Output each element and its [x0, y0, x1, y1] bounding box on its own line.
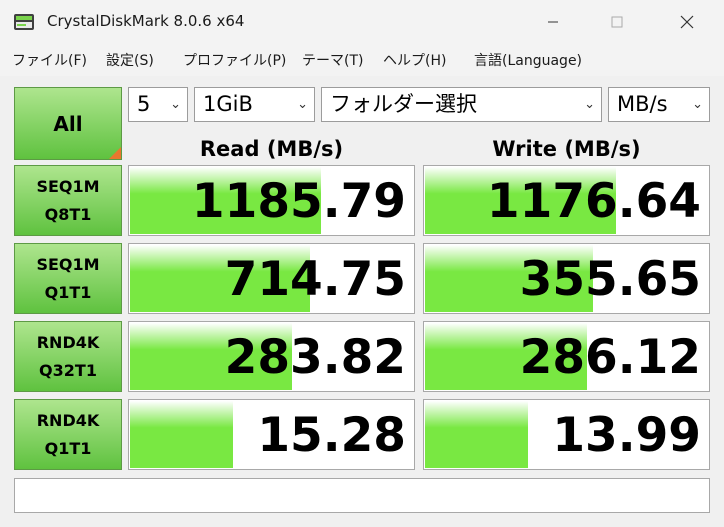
close-icon: [680, 15, 694, 29]
test-label-line1: RND4K: [36, 410, 100, 430]
menu-settings[interactable]: 設定(S): [106, 50, 154, 70]
write-result-value: 355.65: [519, 252, 701, 307]
write-result-value: 13.99: [552, 408, 701, 463]
write-result-cell: 355.65: [423, 243, 710, 314]
corner-marker: [109, 147, 121, 159]
test-label-line1: SEQ1M: [36, 254, 100, 274]
read-progress-bar: [130, 401, 233, 468]
test-count-value: 5: [137, 92, 151, 116]
close-button[interactable]: [664, 0, 710, 44]
test-label-line1: RND4K: [36, 332, 100, 352]
menu-theme[interactable]: テーマ(T): [302, 50, 363, 70]
crystaldiskmark-icon: [14, 14, 34, 30]
chevron-down-icon: ⌄: [692, 97, 703, 112]
read-column-header: Read (MB/s): [199, 137, 344, 161]
chevron-down-icon: ⌄: [297, 97, 308, 112]
chevron-down-icon: ⌄: [584, 97, 595, 112]
read-result-cell: 1185.79: [128, 165, 415, 236]
test-label-line2: Q8T1: [44, 204, 92, 224]
comment-field[interactable]: [14, 478, 710, 513]
test-count-select[interactable]: 5 ⌄: [128, 87, 188, 122]
read-result-value: 714.75: [224, 252, 406, 307]
target-drive-value: フォルダー選択: [330, 92, 477, 116]
write-result-value: 1176.64: [486, 174, 701, 229]
read-result-cell: 714.75: [128, 243, 415, 314]
menu-help[interactable]: ヘルプ(H): [383, 50, 446, 70]
menu-language[interactable]: 言語(Language): [474, 50, 582, 70]
test-button-rnd4k-q1t1[interactable]: RND4K Q1T1: [14, 399, 122, 470]
minimize-button[interactable]: [530, 0, 576, 44]
test-button-rnd4k-q32t1[interactable]: RND4K Q32T1: [14, 321, 122, 392]
write-result-cell: 13.99: [423, 399, 710, 470]
test-label-line2: Q1T1: [44, 282, 92, 302]
write-result-value: 286.12: [519, 330, 701, 385]
title-bar: CrystalDiskMark 8.0.6 x64: [0, 0, 724, 44]
unit-select[interactable]: MB/s ⌄: [608, 87, 710, 122]
write-progress-bar: [425, 401, 528, 468]
run-all-button[interactable]: All: [14, 87, 122, 160]
target-drive-select[interactable]: フォルダー選択 ⌄: [321, 87, 602, 122]
read-result-cell: 283.82: [128, 321, 415, 392]
test-size-select[interactable]: 1GiB ⌄: [194, 87, 315, 122]
read-result-value: 1185.79: [191, 174, 406, 229]
chevron-down-icon: ⌄: [170, 97, 181, 112]
maximize-icon: [611, 16, 623, 28]
read-result-value: 15.28: [257, 408, 406, 463]
test-size-value: 1GiB: [203, 92, 253, 116]
write-result-cell: 286.12: [423, 321, 710, 392]
test-label-line1: SEQ1M: [36, 176, 100, 196]
menu-file[interactable]: ファイル(F): [12, 50, 87, 70]
maximize-button[interactable]: [594, 0, 640, 44]
unit-value: MB/s: [617, 92, 668, 116]
write-result-cell: 1176.64: [423, 165, 710, 236]
test-label-line2: Q1T1: [44, 438, 92, 458]
test-button-seq1m-q8t1[interactable]: SEQ1M Q8T1: [14, 165, 122, 236]
test-label-line2: Q32T1: [39, 360, 97, 380]
read-result-cell: 15.28: [128, 399, 415, 470]
menu-bar: ファイル(F) 設定(S) プロファイル(P) テーマ(T) ヘルプ(H) 言語…: [0, 44, 724, 76]
write-column-header: Write (MB/s): [492, 137, 641, 161]
read-result-value: 283.82: [224, 330, 406, 385]
test-button-seq1m-q1t1[interactable]: SEQ1M Q1T1: [14, 243, 122, 314]
window-title: CrystalDiskMark 8.0.6 x64: [47, 12, 245, 30]
run-all-label: All: [53, 111, 83, 136]
menu-profile[interactable]: プロファイル(P): [183, 50, 286, 70]
minimize-icon: [548, 21, 558, 23]
